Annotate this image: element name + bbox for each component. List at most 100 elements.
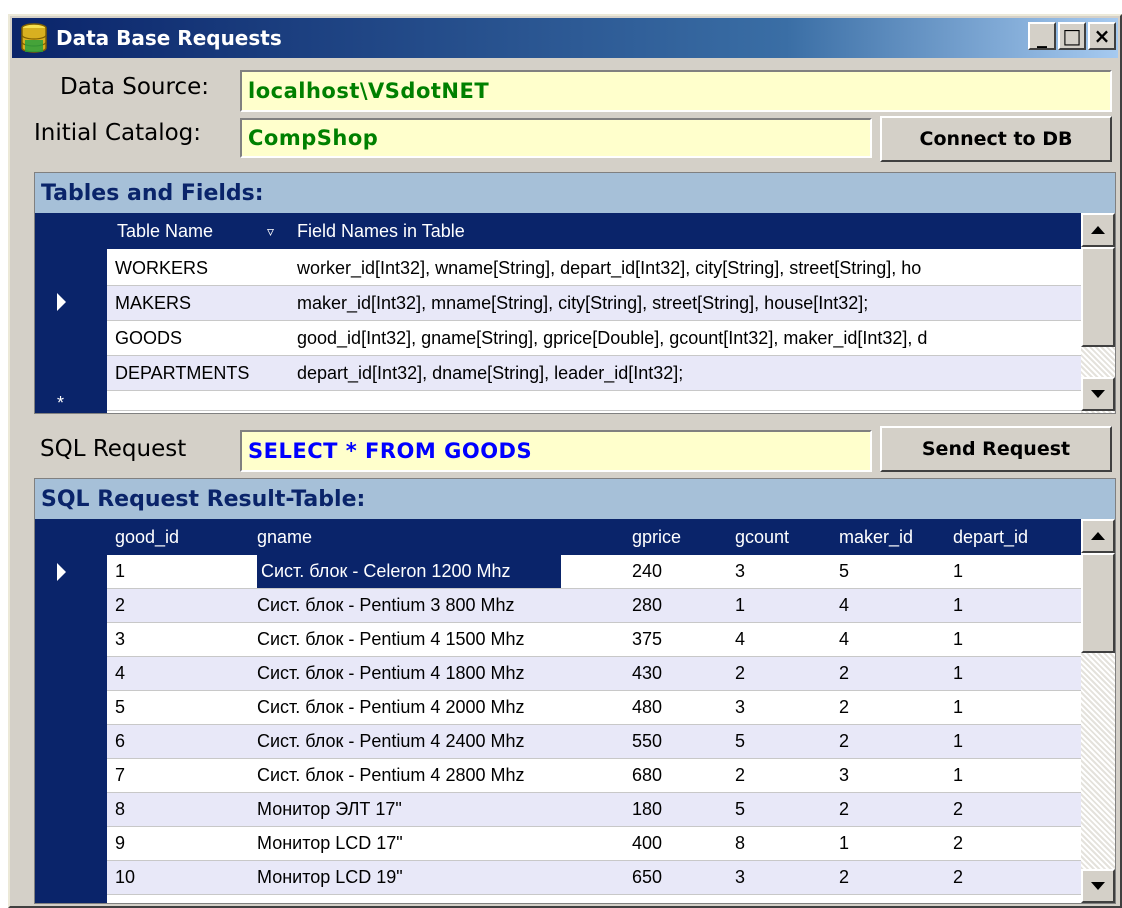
scroll-thumb[interactable] [1081, 553, 1115, 653]
scroll-up-button[interactable] [1081, 519, 1115, 553]
gname-cell[interactable]: Сист. блок - Pentium 4 2400 Mhz [257, 725, 622, 758]
good-id-cell[interactable]: 8 [115, 793, 255, 826]
table-row[interactable]: MAKERS maker_id[Int32], mname[String], ci… [107, 286, 1081, 321]
good-id-cell[interactable]: 2 [115, 589, 255, 622]
column-header-gprice[interactable]: gprice [632, 519, 681, 555]
table-row[interactable]: 10 Монитор LCD 19" 650 3 2 2 [107, 861, 1081, 895]
field-names-cell[interactable]: worker_id[Int32], wname[String], depart_… [297, 251, 1087, 285]
table-row[interactable]: 3 Сист. блок - Pentium 4 1500 Mhz 375 4 4 1 [107, 623, 1081, 657]
result-row-header[interactable] [35, 519, 107, 903]
depart-id-cell[interactable]: 2 [953, 861, 1083, 894]
gcount-cell[interactable]: 2 [735, 657, 835, 690]
maker-id-cell[interactable]: 2 [839, 725, 949, 758]
table-row[interactable]: 6 Сист. блок - Pentium 4 2400 Mhz 550 5 2 1 [107, 725, 1081, 759]
gcount-cell[interactable]: 5 [735, 793, 835, 826]
good-id-cell[interactable]: 6 [115, 725, 255, 758]
table-row[interactable]: 5 Сист. блок - Pentium 4 2000 Mhz 480 3 2 1 [107, 691, 1081, 725]
good-id-cell[interactable]: 5 [115, 691, 255, 724]
field-names-cell[interactable]: good_id[Int32], gname[String], gprice[Do… [297, 321, 1087, 355]
good-id-cell[interactable]: 1 [115, 555, 255, 588]
table-name-cell[interactable]: GOODS [115, 321, 285, 355]
sql-request-field[interactable]: SELECT * FROM GOODS [240, 430, 872, 472]
depart-id-cell[interactable]: 1 [953, 691, 1083, 724]
depart-id-cell[interactable]: 1 [953, 725, 1083, 758]
table-row[interactable]: WORKERS worker_id[Int32], wname[String], … [107, 251, 1081, 286]
table-name-cell[interactable]: WORKERS [115, 251, 285, 285]
table-row[interactable]: 2 Сист. блок - Pentium 3 800 Mhz 280 1 4 1 [107, 589, 1081, 623]
maker-id-cell[interactable]: 5 [839, 555, 949, 588]
maker-id-cell[interactable]: 2 [839, 861, 949, 894]
gcount-cell[interactable]: 3 [735, 555, 835, 588]
tables-row-header[interactable]: * [35, 213, 107, 413]
gname-cell[interactable]: Сист. блок - Pentium 4 1800 Mhz [257, 657, 622, 690]
table-row[interactable]: 9 Монитор LCD 17" 400 8 1 2 [107, 827, 1081, 861]
gprice-cell[interactable]: 430 [632, 657, 732, 690]
gcount-cell[interactable]: 3 [735, 691, 835, 724]
good-id-cell[interactable]: 10 [115, 861, 255, 894]
gname-cell[interactable]: Сист. блок - Pentium 4 2800 Mhz [257, 759, 622, 792]
scroll-down-button[interactable] [1081, 377, 1115, 411]
field-names-cell[interactable]: maker_id[Int32], mname[String], city[Str… [297, 286, 1087, 320]
column-header-table-name[interactable]: Table Name [117, 213, 213, 249]
gprice-cell[interactable]: 240 [632, 555, 732, 588]
result-grid[interactable]: SQL Request Result-Table: good_id gname gp… [34, 478, 1116, 904]
gname-cell[interactable]: Монитор ЭЛТ 17" [257, 793, 622, 826]
gprice-cell[interactable]: 480 [632, 691, 732, 724]
gprice-cell[interactable]: 280 [632, 589, 732, 622]
maker-id-cell[interactable]: 4 [839, 623, 949, 656]
maker-id-cell[interactable]: 2 [839, 691, 949, 724]
table-row[interactable]: 4 Сист. блок - Pentium 4 1800 Mhz 430 2 2 1 [107, 657, 1081, 691]
depart-id-cell[interactable]: 2 [953, 827, 1083, 860]
gcount-cell[interactable]: 8 [735, 827, 835, 860]
connect-button[interactable]: Connect to DB [880, 116, 1112, 162]
gname-cell[interactable]: Сист. блок - Pentium 4 1500 Mhz [257, 623, 622, 656]
depart-id-cell[interactable]: 1 [953, 623, 1083, 656]
scroll-thumb[interactable] [1081, 247, 1115, 347]
close-button[interactable]: × [1088, 22, 1116, 50]
gname-cell[interactable]: Сист. блок - Pentium 4 2000 Mhz [257, 691, 622, 724]
send-request-button[interactable]: Send Request [880, 426, 1112, 472]
maker-id-cell[interactable]: 4 [839, 589, 949, 622]
depart-id-cell[interactable]: 2 [953, 793, 1083, 826]
table-row[interactable]: DEPARTMENTS depart_id[Int32], dname[Strin… [107, 356, 1081, 391]
gcount-cell[interactable]: 2 [735, 759, 835, 792]
gprice-cell[interactable]: 680 [632, 759, 732, 792]
scroll-up-button[interactable] [1081, 213, 1115, 247]
new-row[interactable] [107, 391, 1081, 411]
depart-id-cell[interactable]: 1 [953, 555, 1083, 588]
field-names-cell[interactable]: depart_id[Int32], dname[String], leader_… [297, 356, 1087, 390]
table-row[interactable]: GOODS good_id[Int32], gname[String], gpri… [107, 321, 1081, 356]
gcount-cell[interactable]: 1 [735, 589, 835, 622]
gname-cell[interactable]: Монитор LCD 17" [257, 827, 622, 860]
maker-id-cell[interactable]: 1 [839, 827, 949, 860]
gprice-cell[interactable]: 650 [632, 861, 732, 894]
good-id-cell[interactable]: 3 [115, 623, 255, 656]
depart-id-cell[interactable]: 1 [953, 657, 1083, 690]
maker-id-cell[interactable]: 2 [839, 657, 949, 690]
table-name-cell[interactable]: MAKERS [115, 286, 285, 320]
scroll-down-button[interactable] [1081, 869, 1115, 903]
gprice-cell[interactable]: 400 [632, 827, 732, 860]
title-bar[interactable]: Data Base Requests _ □ × [12, 18, 1118, 58]
table-row[interactable]: 8 Монитор ЭЛТ 17" 180 5 2 2 [107, 793, 1081, 827]
column-header-depart-id[interactable]: depart_id [953, 519, 1028, 555]
good-id-cell[interactable]: 7 [115, 759, 255, 792]
table-row[interactable]: 7 Сист. блок - Pentium 4 2800 Mhz 680 2 3 1 [107, 759, 1081, 793]
good-id-cell[interactable]: 4 [115, 657, 255, 690]
gname-cell[interactable]: Сист. блок - Pentium 3 800 Mhz [257, 589, 622, 622]
table-row[interactable]: 1 Сист. блок - Celeron 1200 Mhz 240 3 5 1 [107, 555, 1081, 589]
column-header-field-names[interactable]: Field Names in Table [297, 213, 465, 249]
column-header-maker-id[interactable]: maker_id [839, 519, 913, 555]
data-source-field[interactable]: localhost\VSdotNET [240, 70, 1112, 112]
gprice-cell[interactable]: 375 [632, 623, 732, 656]
column-header-gcount[interactable]: gcount [735, 519, 789, 555]
gprice-cell[interactable]: 180 [632, 793, 732, 826]
good-id-cell[interactable]: 9 [115, 827, 255, 860]
catalog-field[interactable]: CompShop [240, 118, 872, 158]
depart-id-cell[interactable]: 1 [953, 589, 1083, 622]
gcount-cell[interactable]: 4 [735, 623, 835, 656]
maker-id-cell[interactable]: 2 [839, 793, 949, 826]
column-header-gname[interactable]: gname [257, 519, 312, 555]
depart-id-cell[interactable]: 1 [953, 759, 1083, 792]
minimize-button[interactable]: _ [1028, 22, 1056, 50]
